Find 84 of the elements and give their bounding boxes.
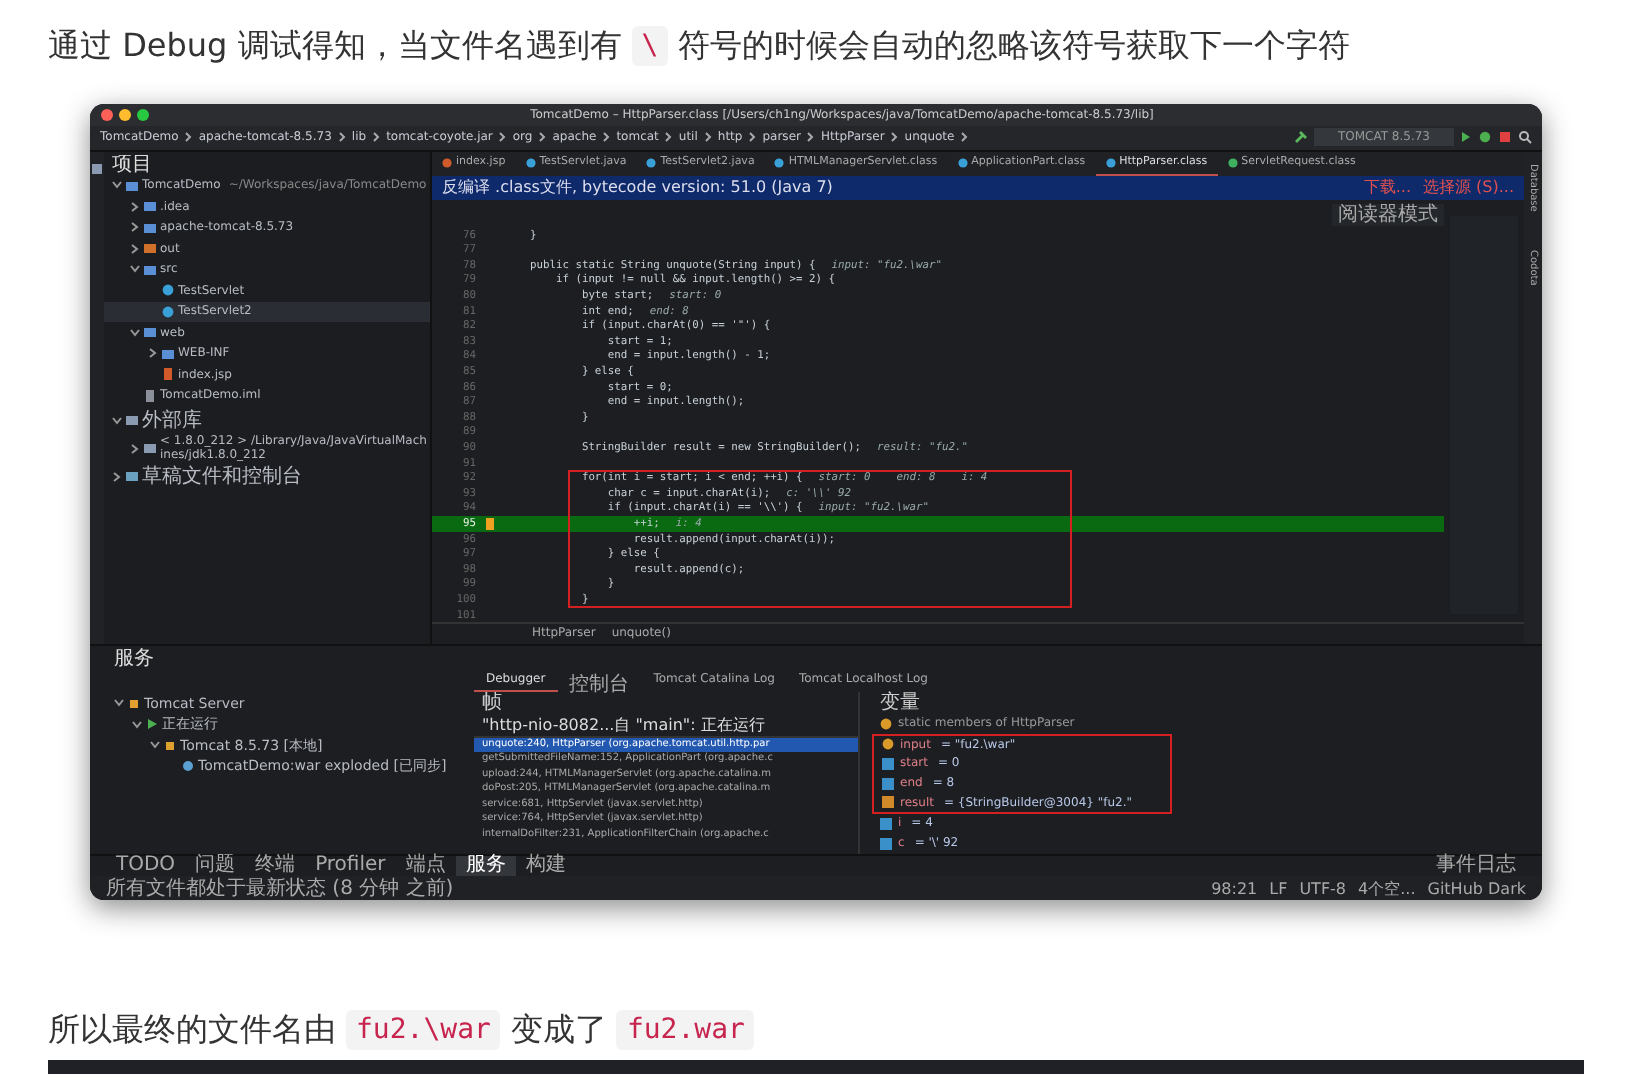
hammer-icon[interactable]: [1293, 130, 1308, 145]
paragraph-text: 所以最终的文件名由: [48, 1008, 336, 1052]
jsp-file-icon: [442, 157, 452, 168]
chevron-icon[interactable]: [130, 201, 140, 212]
tool-window-tab[interactable]: TODO: [106, 855, 186, 876]
execution-point-icon: [486, 517, 494, 530]
status-item[interactable]: 98:21: [1211, 879, 1258, 897]
chevron-icon: [703, 132, 712, 143]
window-controls-icon[interactable]: [100, 108, 152, 123]
module-icon: [126, 179, 138, 192]
running-icon: [146, 718, 158, 731]
chevron-icon: [372, 132, 381, 143]
chevron-icon: [337, 132, 346, 143]
tool-window-tab[interactable]: 端点: [395, 855, 456, 876]
chevron-icon[interactable]: [112, 415, 122, 426]
object-icon: [882, 796, 894, 809]
status-item[interactable]: GitHub Dark: [1427, 879, 1526, 897]
chevron-icon[interactable]: [130, 264, 140, 275]
artifact-icon: [182, 760, 194, 773]
status-item[interactable]: UTF-8: [1299, 879, 1347, 897]
chevron-icon: [748, 132, 757, 143]
paragraph-text: 符号的时候会自动的忽略该符号获取下一个字符: [678, 24, 1351, 68]
search-icon[interactable]: [1518, 130, 1532, 145]
chevron-icon[interactable]: [130, 243, 140, 254]
server-icon: [128, 697, 140, 710]
play-icon[interactable]: [1460, 130, 1472, 145]
banner-text: 反编译 .class文件, bytecode version: 51.0 (Java 7): [442, 176, 833, 199]
debug-icon[interactable]: [1478, 130, 1492, 145]
stop-icon[interactable]: [1498, 130, 1512, 145]
debugger-tab[interactable]: 控制台: [557, 669, 642, 692]
excluded-folder-icon: [144, 242, 156, 255]
class-file-icon: [525, 157, 536, 168]
inline-code: fu2.war: [616, 1010, 755, 1050]
status-item[interactable]: 4个空...: [1358, 877, 1416, 899]
chevron-icon[interactable]: [112, 180, 122, 191]
chevron-icon[interactable]: [114, 698, 124, 709]
inline-code: \: [631, 26, 669, 66]
chevron-icon: [664, 132, 673, 143]
scratch-icon: [126, 470, 138, 483]
tool-window-tab[interactable]: 服务: [455, 855, 516, 876]
chevron-icon: [538, 132, 547, 143]
chevron-icon: [498, 132, 507, 143]
chevron-icon[interactable]: [130, 222, 140, 233]
pane-title: 帧: [480, 691, 504, 714]
chevron-icon: [602, 132, 611, 143]
status-item[interactable]: LF: [1269, 879, 1288, 897]
class-file-icon: [1105, 157, 1116, 168]
jsp-icon: [162, 368, 174, 381]
chevron-icon[interactable]: [130, 443, 140, 454]
chevron-icon: [806, 132, 815, 143]
chevron-icon[interactable]: [130, 327, 140, 338]
class-file-icon: [774, 157, 785, 168]
panel-title: 项目: [112, 151, 152, 178]
reader-mode-button[interactable]: 阅读器模式: [1332, 203, 1444, 226]
tree-item[interactable]: 草稿文件和控制台: [104, 462, 430, 491]
tool-window-tab[interactable]: 终端: [245, 855, 306, 876]
param-icon: [882, 738, 894, 751]
tree-item[interactable]: 外部库: [104, 406, 430, 435]
class-file-icon: [957, 157, 968, 168]
chevron-icon[interactable]: [150, 740, 160, 751]
panel-title: 服务: [114, 645, 154, 672]
interface-file-icon: [1227, 157, 1238, 168]
paragraph-text: 通过 Debug 调试得知，当文件名遇到有: [48, 24, 622, 68]
status-message: 所有文件都处于最新状态 (8 分钟 之前): [106, 875, 454, 900]
chevron-icon[interactable]: [148, 348, 158, 359]
paragraph-text: 变成了: [510, 1008, 607, 1052]
tomcat-icon: [164, 739, 176, 752]
chevron-icon: [184, 132, 193, 143]
pane-title: 变量: [878, 691, 922, 714]
library-icon: [126, 414, 138, 427]
iml-icon: [144, 389, 156, 402]
chevron-icon[interactable]: [132, 719, 142, 730]
inline-code: fu2.\war: [346, 1010, 501, 1050]
chevron-icon[interactable]: [112, 471, 122, 482]
tool-window-tab[interactable]: 构建: [515, 855, 576, 876]
tool-window-tab[interactable]: Profiler: [305, 855, 396, 876]
event-log-button[interactable]: 事件日志: [1426, 855, 1526, 876]
tool-window-tab[interactable]: 问题: [185, 855, 246, 876]
class-file-icon: [646, 157, 657, 168]
banner-link[interactable]: 选择源 (S)...: [1423, 176, 1514, 199]
chevron-icon: [960, 132, 969, 143]
static-icon: [880, 717, 892, 730]
library-icon: [144, 442, 156, 455]
chevron-icon: [890, 132, 899, 143]
